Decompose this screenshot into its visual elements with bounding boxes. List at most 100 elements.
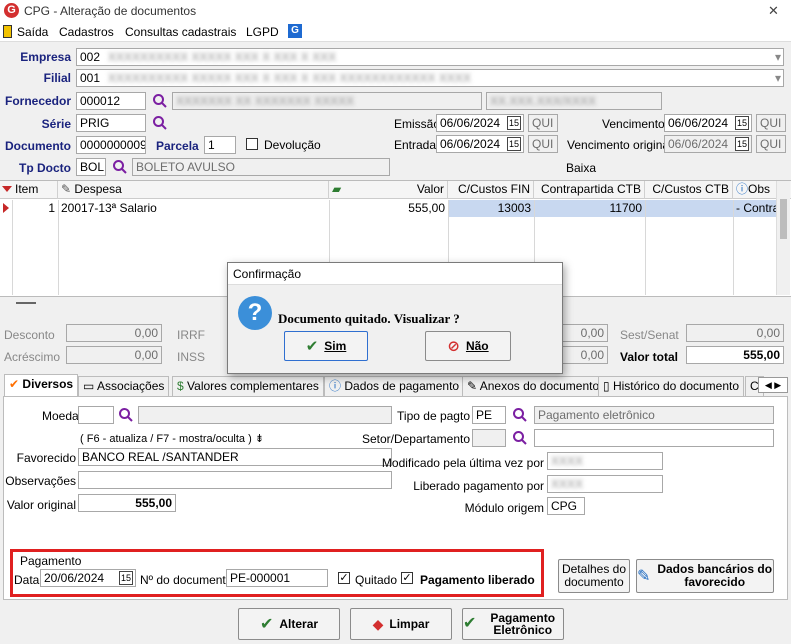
valororiginal-field: 555,00 bbox=[78, 494, 176, 512]
tab-anexos[interactable]: ✎ Anexos do documento bbox=[462, 376, 605, 396]
dialog-title: Confirmação bbox=[233, 267, 302, 281]
menu-consultas[interactable]: Consultas cadastrais bbox=[125, 25, 236, 39]
moeda-field[interactable] bbox=[78, 406, 114, 424]
tpdocto-field[interactable]: BOL bbox=[76, 158, 106, 176]
tab-diversos[interactable]: ✔ Diversos bbox=[4, 374, 79, 396]
desconto-field: 0,00 bbox=[66, 324, 162, 342]
cell-ccctb bbox=[645, 200, 733, 217]
calendar-icon[interactable]: 15 bbox=[735, 116, 749, 130]
vencimento-label: Vencimento bbox=[602, 117, 665, 131]
tab-scroll-arrows[interactable]: ◀ ▶ bbox=[758, 377, 788, 393]
vencorig-label: Vencimento original bbox=[567, 138, 672, 152]
favorecido-label: Favorecido bbox=[16, 451, 76, 465]
hint-text: ( F6 - atualiza / F7 - mostra/oculta ) ⇟ bbox=[80, 433, 265, 445]
quitado-label: Quitado bbox=[355, 573, 398, 587]
dollar-icon: $ bbox=[177, 379, 184, 393]
check-icon: ✔ bbox=[305, 338, 319, 355]
parcela-field[interactable]: 1 bbox=[204, 136, 236, 154]
grid-scrollbar[interactable] bbox=[776, 181, 790, 295]
row-indicator-icon bbox=[3, 203, 9, 213]
moeda-label: Moeda bbox=[42, 409, 79, 423]
confirm-dialog: Confirmação ? Documento quitado. Visuali… bbox=[227, 262, 563, 374]
detalhes-button[interactable]: Detalhes do documento bbox=[558, 559, 630, 593]
setor-field[interactable] bbox=[472, 429, 506, 447]
cell-valor: 555,00 bbox=[408, 201, 445, 215]
liberado-checkbox[interactable]: ✓ bbox=[401, 572, 413, 584]
pen-icon: ✎ bbox=[637, 567, 651, 585]
ndoc-field[interactable]: PE-000001 bbox=[226, 569, 328, 587]
tab-valores[interactable]: $ Valores complementares bbox=[172, 376, 324, 396]
tab-associacoes[interactable]: ▭ Associações bbox=[78, 376, 170, 396]
tab-dados-pagamento[interactable]: ⓘ Dados de pagamento bbox=[324, 376, 465, 396]
cell-item: 1 bbox=[48, 201, 55, 215]
tipopagto-field[interactable]: PE bbox=[472, 406, 506, 424]
hint-icon: ⇟ bbox=[254, 433, 265, 445]
search-icon[interactable] bbox=[512, 430, 528, 446]
check-icon: ✔ bbox=[9, 377, 20, 391]
pagamento-group-label: Pagamento bbox=[20, 554, 82, 568]
tab-historico[interactable]: ▯ Histórico do documento bbox=[598, 376, 745, 396]
help-icon[interactable]: G bbox=[288, 24, 302, 38]
documento-field[interactable]: 0000000009 bbox=[76, 136, 146, 154]
filial-label: Filial bbox=[43, 71, 71, 85]
calendar-icon[interactable]: 15 bbox=[507, 137, 521, 151]
tipopagto-desc-field: Pagamento eletrônico bbox=[534, 406, 774, 424]
limpar-button[interactable]: ◆ Limpar bbox=[350, 608, 452, 640]
sestsenat-label: Sest/Senat bbox=[620, 328, 679, 342]
documento-label: Documento bbox=[5, 139, 71, 153]
valortotal-field: 555,00 bbox=[686, 346, 784, 364]
question-icon: ? bbox=[238, 296, 272, 330]
eraser-icon: ◆ bbox=[372, 615, 384, 632]
fornecedor-label: Fornecedor bbox=[4, 94, 71, 108]
emissao-label: Emissão bbox=[394, 117, 441, 131]
link-icon: ▭ bbox=[83, 379, 95, 393]
calendar-icon[interactable]: 15 bbox=[735, 137, 749, 151]
fornecedor-cnpj-field: XX.XXX.XXX/XXXX bbox=[486, 92, 662, 110]
alterar-button[interactable]: ✔ Alterar bbox=[238, 608, 340, 640]
search-icon[interactable] bbox=[118, 407, 134, 423]
moeda-desc-field bbox=[138, 406, 392, 424]
modificado-field: XXXX bbox=[547, 452, 663, 470]
serie-field[interactable]: PRIG bbox=[76, 114, 146, 132]
ndoc-label: Nº do documento bbox=[140, 573, 233, 587]
chevron-down-icon[interactable]: ▾ bbox=[775, 70, 781, 86]
fornecedor-field[interactable]: 000012 bbox=[76, 92, 146, 110]
chevron-down-icon[interactable]: ▾ bbox=[775, 49, 781, 65]
calendar-icon[interactable]: 15 bbox=[507, 116, 521, 130]
pagamento-eletronico-button[interactable]: ✔ Pagamento Eletrônico bbox=[462, 608, 564, 640]
devolucao-checkbox[interactable] bbox=[246, 138, 258, 150]
menu-cadastros[interactable]: Cadastros bbox=[59, 25, 114, 39]
window-title: CPG - Alteração de documentos bbox=[24, 4, 197, 18]
close-icon[interactable]: ✕ bbox=[768, 3, 779, 19]
menu-lgpd[interactable]: LGPD bbox=[246, 25, 279, 39]
empresa-field[interactable]: 002 XXXXXXXXXX XXXXX XXX X XXX X XXX ▾ bbox=[76, 48, 784, 66]
dados-bancarios-button[interactable]: ✎ Dados bancários do favorecido bbox=[636, 559, 774, 593]
setor-label: Setor/Departamento bbox=[361, 432, 470, 446]
calendar-icon[interactable]: 15 bbox=[119, 571, 133, 585]
inss-label: INSS bbox=[177, 350, 206, 364]
modulo-field: CPG bbox=[547, 497, 585, 515]
search-icon[interactable] bbox=[512, 407, 528, 423]
sim-button[interactable]: ✔ Sim bbox=[284, 331, 368, 361]
nao-button[interactable]: ⊘ Não bbox=[425, 331, 511, 361]
modulo-label: Módulo origem bbox=[464, 501, 544, 515]
col-contrap[interactable]: Contrapartida CTB bbox=[534, 181, 645, 199]
empresa-label: Empresa bbox=[20, 50, 71, 64]
col-ccfin[interactable]: C/Custos FIN bbox=[448, 181, 534, 199]
fornecedor-name-field: XXXXXXX XX XXXXXXX XXXXX bbox=[172, 92, 482, 110]
menu-saida[interactable]: Saída bbox=[17, 25, 48, 39]
filial-field[interactable]: 001 XXXXXXXXXX XXXXX XXX X XXX X XXX XXXX… bbox=[76, 69, 784, 87]
col-item[interactable]: Item bbox=[12, 181, 58, 199]
info-icon: ⓘ bbox=[329, 379, 342, 393]
data-label: Data bbox=[14, 573, 40, 587]
search-icon[interactable] bbox=[112, 159, 128, 175]
col-ccctb[interactable]: C/Custos CTB bbox=[645, 181, 733, 199]
col-despesa[interactable]: ✎ Despesa bbox=[58, 181, 329, 199]
col-valor[interactable]: ▰ Valor bbox=[329, 181, 448, 199]
liberado-label: Liberado pagamento por bbox=[413, 479, 544, 493]
col-obs[interactable]: ⓘObs bbox=[733, 181, 779, 199]
search-icon[interactable] bbox=[152, 115, 168, 131]
quitado-checkbox[interactable]: ✓ bbox=[338, 572, 350, 584]
search-icon[interactable] bbox=[152, 93, 168, 109]
dialog-message: Documento quitado. Visualizar ? bbox=[278, 311, 460, 326]
